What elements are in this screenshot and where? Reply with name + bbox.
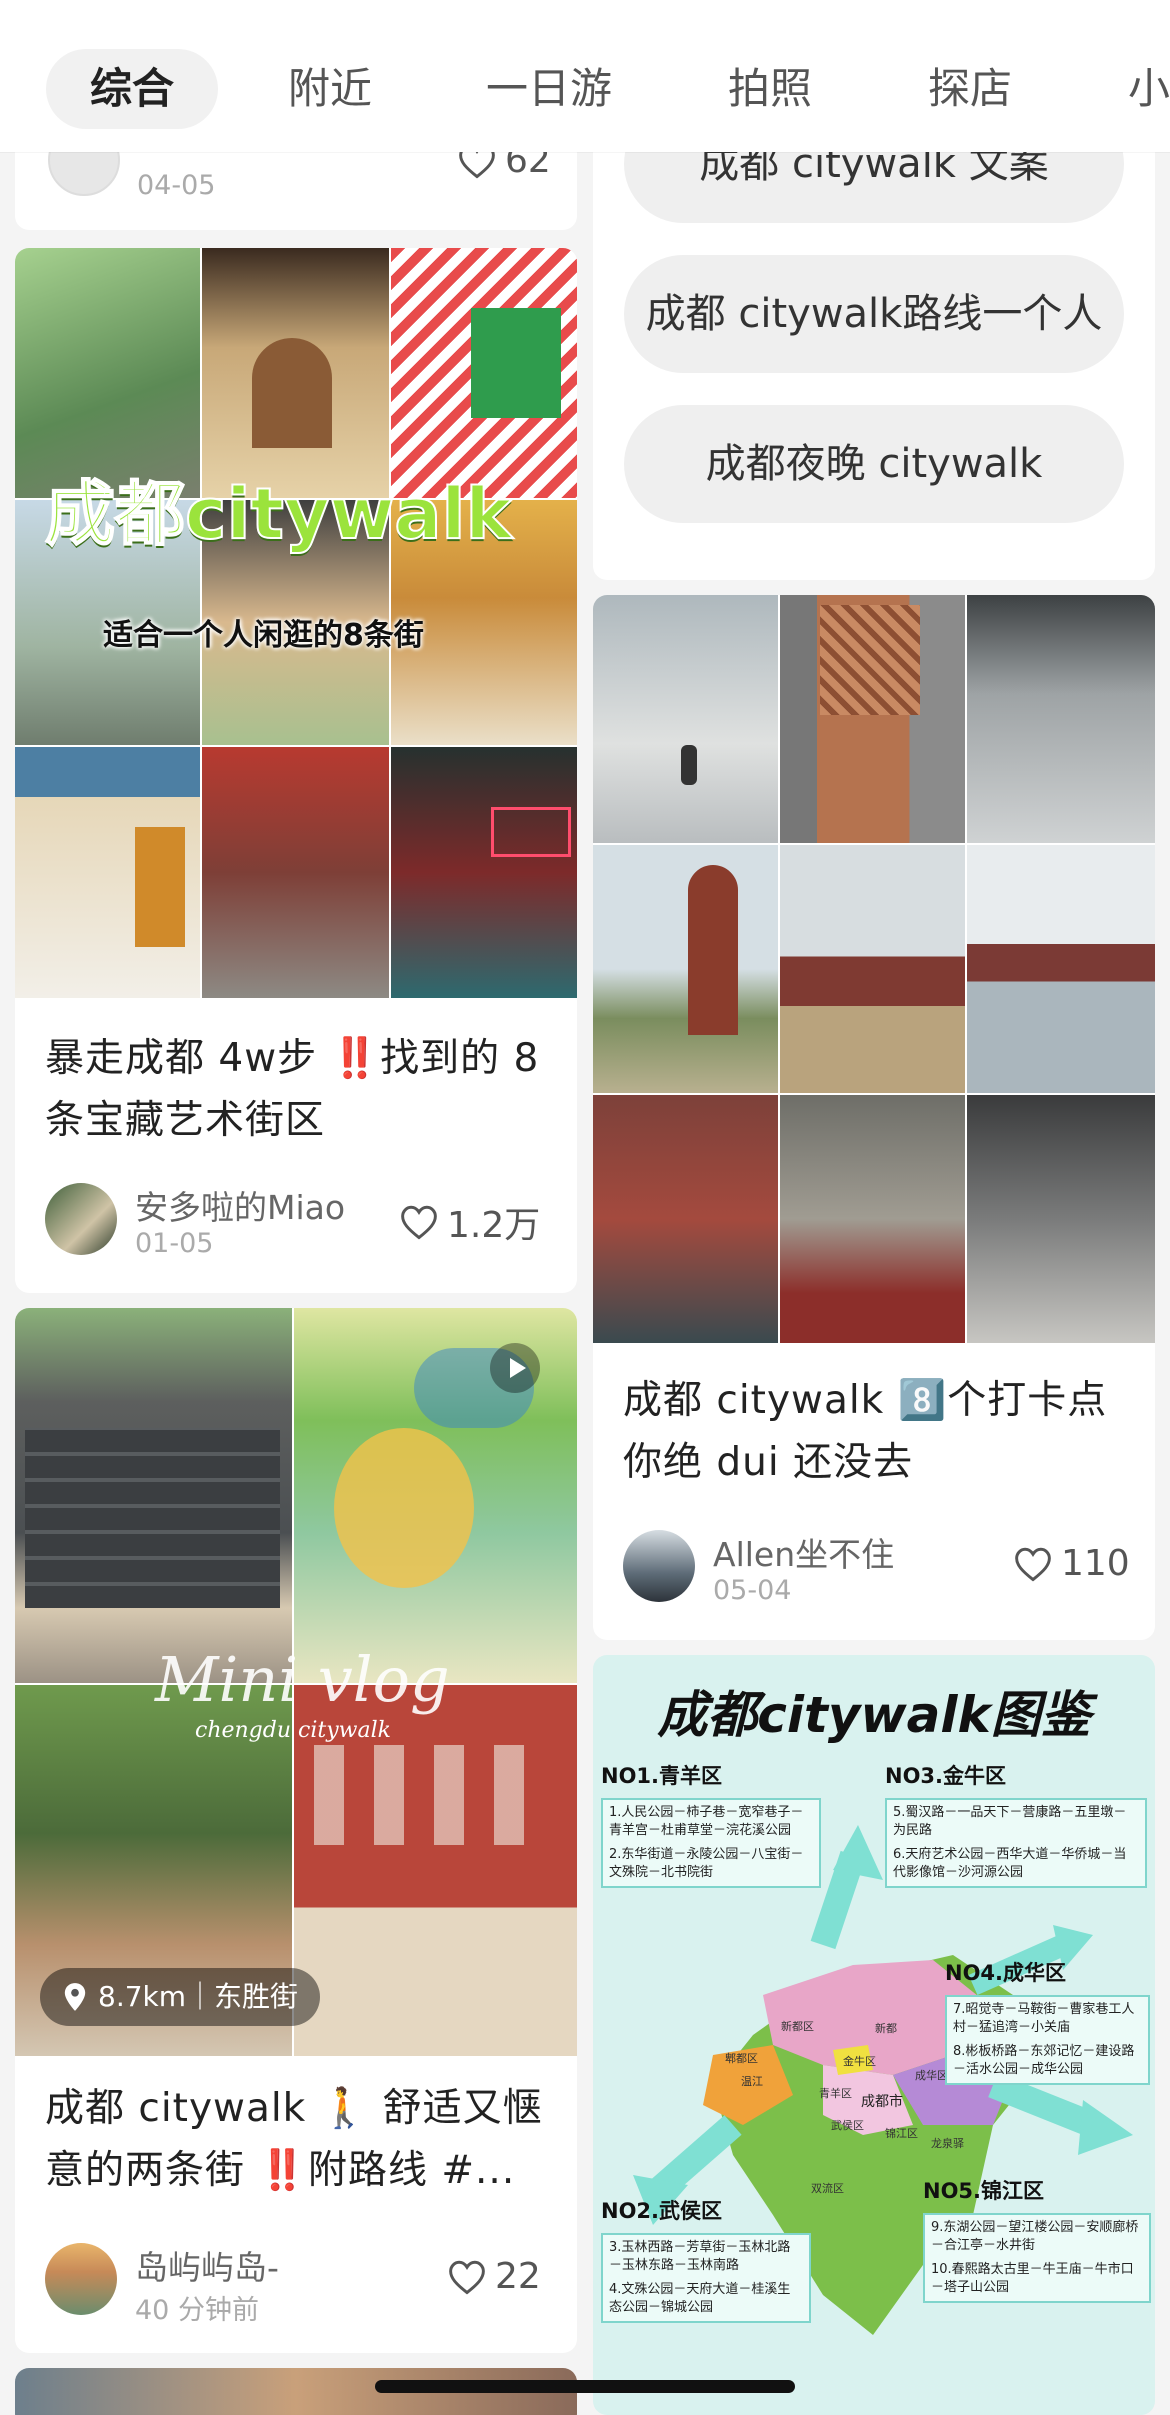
heart-icon: [1015, 1547, 1051, 1581]
cover-overlay-subtitle: 适合一个人闲逛的8条街: [103, 618, 424, 653]
note-cover-collage[interactable]: Mini vlog chengdu citywalk 8.7km｜东胜街: [15, 1308, 577, 2056]
location-tag[interactable]: 8.7km｜东胜街: [40, 1968, 321, 2026]
route-text: 9.东湖公园－望江楼公园－安顺廊桥－合江亭－水井街: [931, 2220, 1139, 2253]
route-text: 5.蜀汉路－一品天下－营康路－五里墩－为民路: [893, 1805, 1127, 1838]
region-name: NO1.青羊区: [601, 1764, 723, 1788]
route-text: 6.天府艺术公园－西华大道－华侨城－当代影像馆－沙河源公园: [893, 1847, 1127, 1880]
tab-comprehensive[interactable]: 综合: [46, 49, 219, 129]
tab-day-trip[interactable]: 一日游: [486, 49, 612, 129]
map-label: 郫都区: [725, 2052, 758, 2065]
note-cover-collage[interactable]: 成都citywalk 适合一个人闲逛的8条街: [15, 248, 577, 998]
route-text: 7.昭觉寺－马鞍街－曹家巷工人村－猛追湾－小关庙: [953, 2002, 1135, 2035]
author-name[interactable]: Allen坐不住: [713, 1528, 894, 1576]
region-name: NO2.武侯区: [601, 2199, 723, 2223]
region-name: NO4.成华区: [945, 1961, 1067, 1985]
play-icon: [510, 1358, 526, 1378]
map-label: 武侯区: [831, 2119, 864, 2132]
note-date: 01-05: [135, 1228, 214, 1259]
like-button[interactable]: 110: [1013, 1543, 1130, 1584]
note-card[interactable]: 成都 citywalk 8️⃣个打卡点 你绝 dui 还没去 Allen坐不住 …: [593, 595, 1155, 1640]
cover-overlay-script: Mini vlog: [155, 1643, 450, 1716]
map-label: 锦江区: [885, 2127, 918, 2140]
map-label: 金牛区: [843, 2055, 876, 2068]
tab-nearby[interactable]: 附近: [288, 49, 372, 129]
location-text: 8.7km｜东胜街: [98, 1980, 299, 2013]
author-name[interactable]: 岛屿屿岛-: [135, 2241, 279, 2289]
region-name: NO3.金牛区: [885, 1764, 1007, 1788]
tab-photo[interactable]: 拍照: [728, 49, 812, 129]
related-search-chip[interactable]: 成都夜晚 citywalk: [624, 405, 1124, 523]
play-button[interactable]: [490, 1343, 540, 1393]
route-text: 3.玉林西路－芳草街－玉林北路－玉林东路－玉林南路: [609, 2240, 791, 2273]
map-label: 双流区: [811, 2182, 844, 2195]
region-block: NO5.锦江区 9.东湖公园－望江楼公园－安顺廊桥－合江亭－水井街 10.春熙路…: [923, 2175, 1151, 2303]
map-label: 新都: [875, 2022, 897, 2035]
note-cover-map[interactable]: 成都citywalk图鉴 新都区 郫都区 金牛区 成华区 温江 青羊区 成都市 …: [593, 1655, 1155, 2415]
heart-icon: [401, 1205, 437, 1240]
map-label: 青羊区: [819, 2087, 852, 2100]
note-title[interactable]: 暴走成都 4w步 ‼️找到的 8条宝藏艺术街区: [45, 1028, 550, 1152]
like-count: 110: [1061, 1543, 1130, 1584]
avatar[interactable]: [45, 2243, 117, 2315]
region-name: NO5.锦江区: [923, 2179, 1045, 2203]
note-card[interactable]: 成都citywalk 适合一个人闲逛的8条街 暴走成都 4w步 ‼️找到的 8条…: [15, 248, 577, 1293]
tab-more-partial[interactable]: 小: [1128, 49, 1170, 129]
note-cover-collage[interactable]: [593, 595, 1155, 1343]
route-text: 2.东华街道－永陵公园－八宝街－文殊院－北书院街: [609, 1847, 804, 1880]
map-label: 龙泉驿: [931, 2137, 964, 2150]
tab-shop-visit[interactable]: 探店: [928, 49, 1012, 129]
note-title[interactable]: 成都 citywalk 🚶 舒适又惬意的两条街 ‼️附路线 #...: [45, 2078, 550, 2202]
author-name[interactable]: 安多啦的Miao: [135, 1181, 345, 1229]
note-date: 40 分钟前: [135, 2295, 259, 2326]
route-text: 1.人民公园－柿子巷－宽窄巷子－青羊宫－杜甫草堂－浣花溪公园: [609, 1805, 804, 1838]
top-tab-bar: 综合 附近 一日游 拍照 探店 小: [0, 0, 1170, 152]
avatar[interactable]: [623, 1530, 695, 1602]
like-button[interactable]: 1.2万: [399, 1196, 540, 1248]
route-text: 4.文殊公园－天府大道－桂溪生态公园－锦城公园: [609, 2282, 791, 2315]
location-pin-icon: [64, 1983, 86, 2011]
heart-icon: [449, 2260, 485, 2294]
map-label: 成都市: [861, 2094, 903, 2110]
region-block: NO3.金牛区 5.蜀汉路－一品天下－营康路－五里墩－为民路 6.天府艺术公园－…: [885, 1760, 1147, 1888]
cover-overlay-title: 成都citywalk: [44, 472, 513, 556]
cover-overlay-script-sub: chengdu citywalk: [195, 1718, 391, 1743]
home-indicator[interactable]: [375, 2380, 795, 2393]
like-button[interactable]: 22: [447, 2256, 541, 2297]
note-title[interactable]: 成都 citywalk 8️⃣个打卡点 你绝 dui 还没去: [623, 1370, 1128, 1494]
category-tabs: 综合 附近 一日游 拍照 探店 小: [0, 49, 1170, 129]
note-card[interactable]: 成都citywalk图鉴 新都区 郫都区 金牛区 成华区 温江 青羊区 成都市 …: [593, 1655, 1155, 2415]
map-label: 成华区: [915, 2069, 948, 2082]
region-block: NO2.武侯区 3.玉林西路－芳草街－玉林北路－玉林东路－玉林南路 4.文殊公园…: [601, 2195, 811, 2323]
region-block: NO1.青羊区 1.人民公园－柿子巷－宽窄巷子－青羊宫－杜甫草堂－浣花溪公园 2…: [601, 1760, 821, 1888]
route-text: 8.彬板桥路－东郊记忆－建设路－活水公园－成华公园: [953, 2044, 1135, 2077]
related-search-chip[interactable]: 成都 citywalk路线一个人: [624, 255, 1124, 373]
map-label: 温江: [741, 2075, 763, 2088]
like-count: 22: [495, 2256, 541, 2297]
avatar[interactable]: [45, 1183, 117, 1255]
note-card[interactable]: Mini vlog chengdu citywalk 8.7km｜东胜街 成都 …: [15, 1308, 577, 2353]
note-date: 05-04: [713, 1575, 792, 1606]
note-date: 04-05: [137, 170, 216, 201]
region-block: NO4.成华区 7.昭觉寺－马鞍街－曹家巷工人村－猛追湾－小关庙 8.彬板桥路－…: [945, 1957, 1150, 2085]
like-count: 1.2万: [447, 1205, 541, 1246]
route-text: 10.春熙路太古里－牛王庙－牛市口－塔子山公园: [931, 2262, 1134, 2295]
map-label: 新都区: [781, 2020, 814, 2033]
